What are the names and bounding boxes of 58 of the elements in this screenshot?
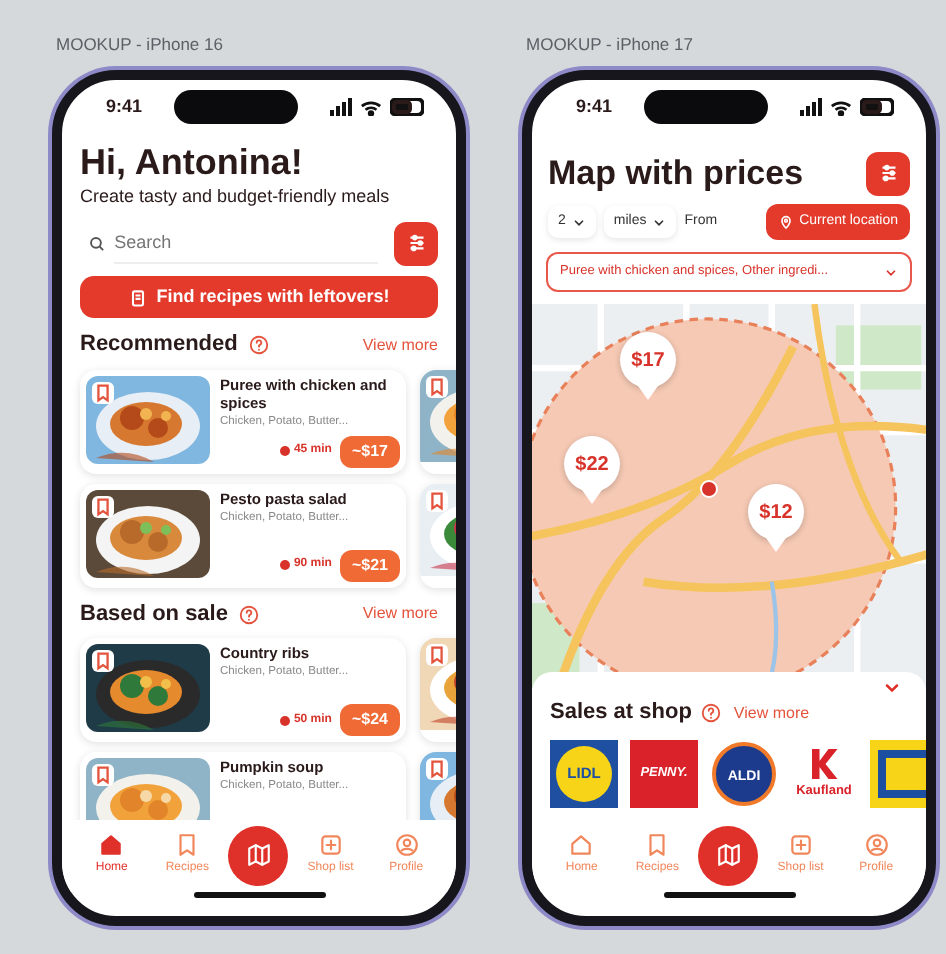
view-more-link[interactable]: View more [733,701,810,725]
greeting: Hi, Antonina! [80,141,305,183]
section-title: Recommended [80,330,238,361]
wifi-icon [829,98,852,117]
map-button[interactable] [698,825,759,886]
battery-icon [859,98,894,117]
search-icon [88,233,107,254]
leftovers-button[interactable]: Find recipes with leftovers! [80,275,438,319]
chevron-icon [652,215,667,229]
status-time: 9:41 [106,94,143,120]
shop-logo[interactable] [870,739,926,808]
bookmark-icon [92,650,114,673]
section-title: Sales at shop [550,698,692,729]
location-pin-icon [777,214,794,230]
camera-island [644,90,768,125]
bookmark-icon [426,489,448,512]
bookmark-icon [426,644,448,667]
chevron-icon [571,215,586,229]
list-icon [787,832,814,859]
k-mark-icon [806,745,842,782]
home-icon [98,832,125,859]
filter-button[interactable] [866,151,910,196]
signal-icon [799,98,822,117]
section-title: Based on sale [80,599,228,630]
map-icon [245,842,272,869]
help-icon [699,702,722,724]
battery-icon [389,98,424,117]
frame-label: MOOKUP - iPhone 17 [526,32,695,58]
price-button[interactable]: ~$24 [339,704,400,737]
screen-title: Map with prices [548,153,804,194]
map-icon [715,842,742,869]
help-icon [247,334,270,357]
subtitle: Create tasty and budget-friendly meals [80,184,392,211]
profile-icon [863,832,890,859]
view-more-link[interactable]: View more [362,333,438,358]
bookmark-icon [174,832,201,859]
map-button[interactable] [228,825,289,886]
view-more-link[interactable]: View more [362,602,438,627]
status-time: 9:41 [576,94,613,120]
clipboard-icon [128,287,149,308]
home-indicator [193,891,325,898]
price-button[interactable]: ~$21 [339,549,400,582]
search-field[interactable]: Search [114,223,378,265]
chevron-icon [884,265,898,280]
home-indicator [663,891,795,898]
signal-icon [329,98,352,117]
price-button[interactable]: ~$17 [339,435,400,468]
filter-button[interactable] [394,221,438,266]
bookmark-icon [644,832,671,859]
bookmark-icon [92,764,114,787]
home-icon [568,832,595,859]
profile-icon [393,832,420,859]
list-icon [317,832,344,859]
bookmark-icon [426,758,448,781]
camera-island [174,90,298,125]
help-icon [237,603,260,626]
frame-label: MOOKUP - iPhone 16 [56,32,225,58]
wifi-icon [359,98,382,117]
